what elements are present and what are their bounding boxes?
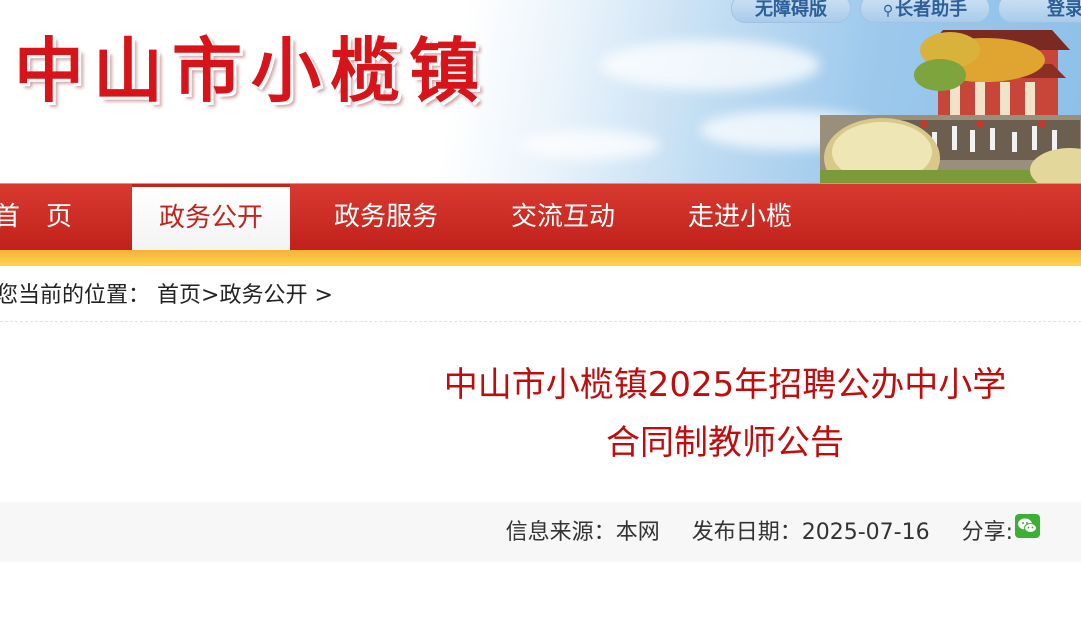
accessibility-button[interactable]: 无障碍版 [731, 0, 851, 23]
banner-scenery-image [820, 20, 1081, 183]
nav-item-label: 走进小榄 [688, 202, 793, 232]
nav-item-home[interactable]: 首 页 [0, 184, 72, 251]
site-title: 中山市小榄镇 [14, 30, 488, 112]
publish-date-label: 发布日期： [691, 520, 802, 545]
breadcrumb-prefix: 您当前的位置： [0, 283, 151, 308]
share-label: 分享: [961, 520, 1013, 545]
header-banner: 中山市小榄镇 无障碍版 ⚲ 长者助手 登录 [0, 0, 1081, 183]
publish-date-value: 2025-07-16 [801, 520, 930, 545]
top-links: 无障碍版 ⚲ 长者助手 登录 [0, 0, 1081, 26]
source-label: 信息来源： [505, 520, 616, 545]
article-title: 中山市小榄镇2025年招聘公办中小学 合同制教师公告 [410, 356, 1040, 472]
breadcrumb-home-link[interactable]: 首页 [157, 283, 201, 308]
nav-item-label: 交流互动 [511, 202, 616, 232]
divider [0, 321, 1081, 322]
nav-item-label: 政务服务 [334, 202, 439, 232]
elder-assistant-label: 长者助手 [895, 0, 968, 20]
nav-accent-bar [0, 250, 1081, 266]
breadcrumb-current-link[interactable]: 政务公开 [219, 283, 307, 308]
breadcrumb-separator: > [201, 283, 220, 308]
nav-item-about-xiaolan[interactable]: 走进小榄 [688, 184, 792, 251]
login-button[interactable]: 登录 [998, 0, 1081, 23]
nav-item-label: 政务公开 [158, 203, 263, 233]
wechat-icon[interactable] [1015, 514, 1040, 538]
breadcrumb: 您当前的位置： 首页>政务公开 > [0, 274, 333, 318]
article-title-line-1: 中山市小榄镇2025年招聘公办中小学 [443, 365, 1007, 405]
cloud-decoration [520, 130, 660, 160]
nav-item-interaction[interactable]: 交流互动 [511, 184, 615, 251]
nav-item-government-affairs[interactable]: 政务公开 [132, 184, 290, 251]
accessibility-label: 无障碍版 [755, 0, 827, 20]
article-title-line-2: 合同制教师公告 [606, 423, 844, 463]
page: 中山市小榄镇 无障碍版 ⚲ 长者助手 登录 首 页 政务公开 政务服务 交流互动… [0, 0, 1081, 624]
article-meta-bar: 信息来源：本网 发布日期：2025-07-16 分享: [0, 502, 1081, 562]
article-meta: 信息来源：本网 发布日期：2025-07-16 分享: [505, 514, 1040, 550]
login-label: 登录 [1047, 0, 1081, 20]
elder-assistant-button[interactable]: ⚲ 长者助手 [860, 0, 990, 23]
main-nav: 首 页 政务公开 政务服务 交流互动 走进小榄 [0, 183, 1081, 251]
nav-item-label: 首 页 [0, 202, 73, 232]
nav-item-government-services[interactable]: 政务服务 [334, 184, 438, 251]
user-icon: ⚲ [882, 3, 894, 19]
source-value: 本网 [615, 520, 660, 545]
cloud-decoration [600, 40, 820, 90]
breadcrumb-separator: > [314, 283, 333, 308]
